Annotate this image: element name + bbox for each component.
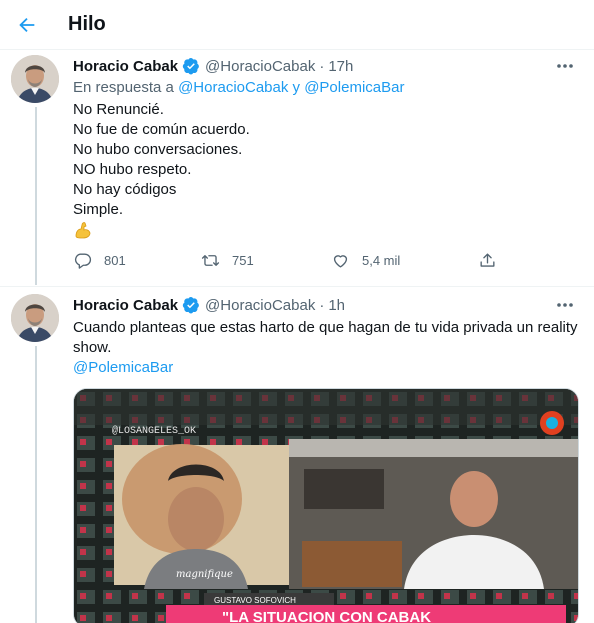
tweet-text: Cuando planteas que estas harto de que h… [73, 318, 578, 378]
like-count: 5,4 mil [362, 253, 401, 268]
thread-connector-line [35, 107, 37, 285]
tweet-line: No fue de común acuerdo. [73, 121, 250, 138]
flexed-biceps-emoji [73, 220, 93, 240]
tweet-line: Cuando planteas que estas harto de que h… [73, 319, 578, 336]
separator-dot: · [319, 57, 325, 75]
author-handle[interactable]: @HoracioCabak [205, 58, 315, 75]
avatar[interactable] [11, 294, 59, 342]
nameplate-text: GUSTAVO SOFOVICH [214, 596, 296, 605]
author-handle[interactable]: @HoracioCabak [205, 297, 315, 314]
shirt-text: magnifique [176, 569, 233, 580]
retweet-icon [201, 255, 220, 266]
reply-icon [74, 253, 92, 269]
tweet-media-image[interactable]: @LOSANGELES_OK magnifique GUSTAVO SOFOVI… [73, 388, 579, 623]
reply-button[interactable]: 801 [73, 251, 126, 270]
mention-link[interactable]: @PolemicaBar [73, 358, 578, 378]
arrow-left-icon [19, 17, 35, 33]
banner-text: "LA SITUACION CON CABAK [222, 609, 431, 623]
author-name[interactable]: Horacio Cabak [73, 58, 178, 75]
thread-connector-line [35, 346, 37, 623]
tweet-line: Simple. [73, 201, 124, 218]
tweet-line: show. [73, 339, 112, 356]
reply-context: En respuesta a @HoracioCabak y @Polemica… [73, 79, 404, 96]
retweet-count: 751 [232, 253, 254, 268]
media-watermark: @LOSANGELES_OK [112, 425, 196, 437]
separator-dot: · [319, 296, 325, 314]
reply-mention-link[interactable]: @HoracioCabak [178, 79, 288, 96]
more-dots-icon [557, 64, 573, 68]
reply-mention-link[interactable]: @PolemicaBar [304, 79, 404, 96]
reply-count: 801 [104, 253, 126, 268]
tweet-author-row: Horacio Cabak @HoracioCabak · 17h [73, 56, 353, 76]
tweet-line: No hay códigos [73, 181, 177, 198]
tweet-timestamp[interactable]: 1h [328, 297, 345, 314]
author-name[interactable]: Horacio Cabak [73, 297, 178, 314]
thread-header: Hilo [0, 0, 594, 50]
tweet-line: No hubo conversaciones. [73, 141, 243, 158]
page-title: Hilo [68, 13, 106, 35]
tweet-divider [0, 286, 594, 287]
like-button[interactable]: 5,4 mil [331, 251, 400, 270]
tweet-line: No Renuncié. [73, 101, 164, 118]
share-button[interactable] [478, 251, 497, 270]
reply-join: y [292, 79, 301, 96]
profile-photo [11, 294, 59, 342]
more-options-button[interactable] [554, 56, 576, 76]
back-button[interactable] [14, 12, 40, 38]
more-dots-icon [557, 303, 573, 307]
heart-icon [333, 255, 348, 268]
tweet-author-row: Horacio Cabak @HoracioCabak · 1h [73, 295, 345, 315]
tweet-line: NO hubo respeto. [73, 161, 192, 178]
profile-photo [11, 55, 59, 103]
share-icon [480, 253, 495, 267]
tweet-text: No Renuncié. No fue de común acuerdo. No… [73, 100, 250, 220]
tweet-actions: 801 751 5,4 mil [73, 251, 513, 271]
verified-badge-icon [182, 296, 200, 314]
reply-prefix: En respuesta a [73, 79, 174, 96]
verified-badge-icon [182, 57, 200, 75]
tweet-timestamp[interactable]: 17h [328, 58, 353, 75]
avatar[interactable] [11, 55, 59, 103]
more-options-button[interactable] [554, 295, 576, 315]
retweet-button[interactable]: 751 [201, 251, 254, 270]
tv-screenshot-image: @LOSANGELES_OK magnifique GUSTAVO SOFOVI… [74, 389, 578, 623]
